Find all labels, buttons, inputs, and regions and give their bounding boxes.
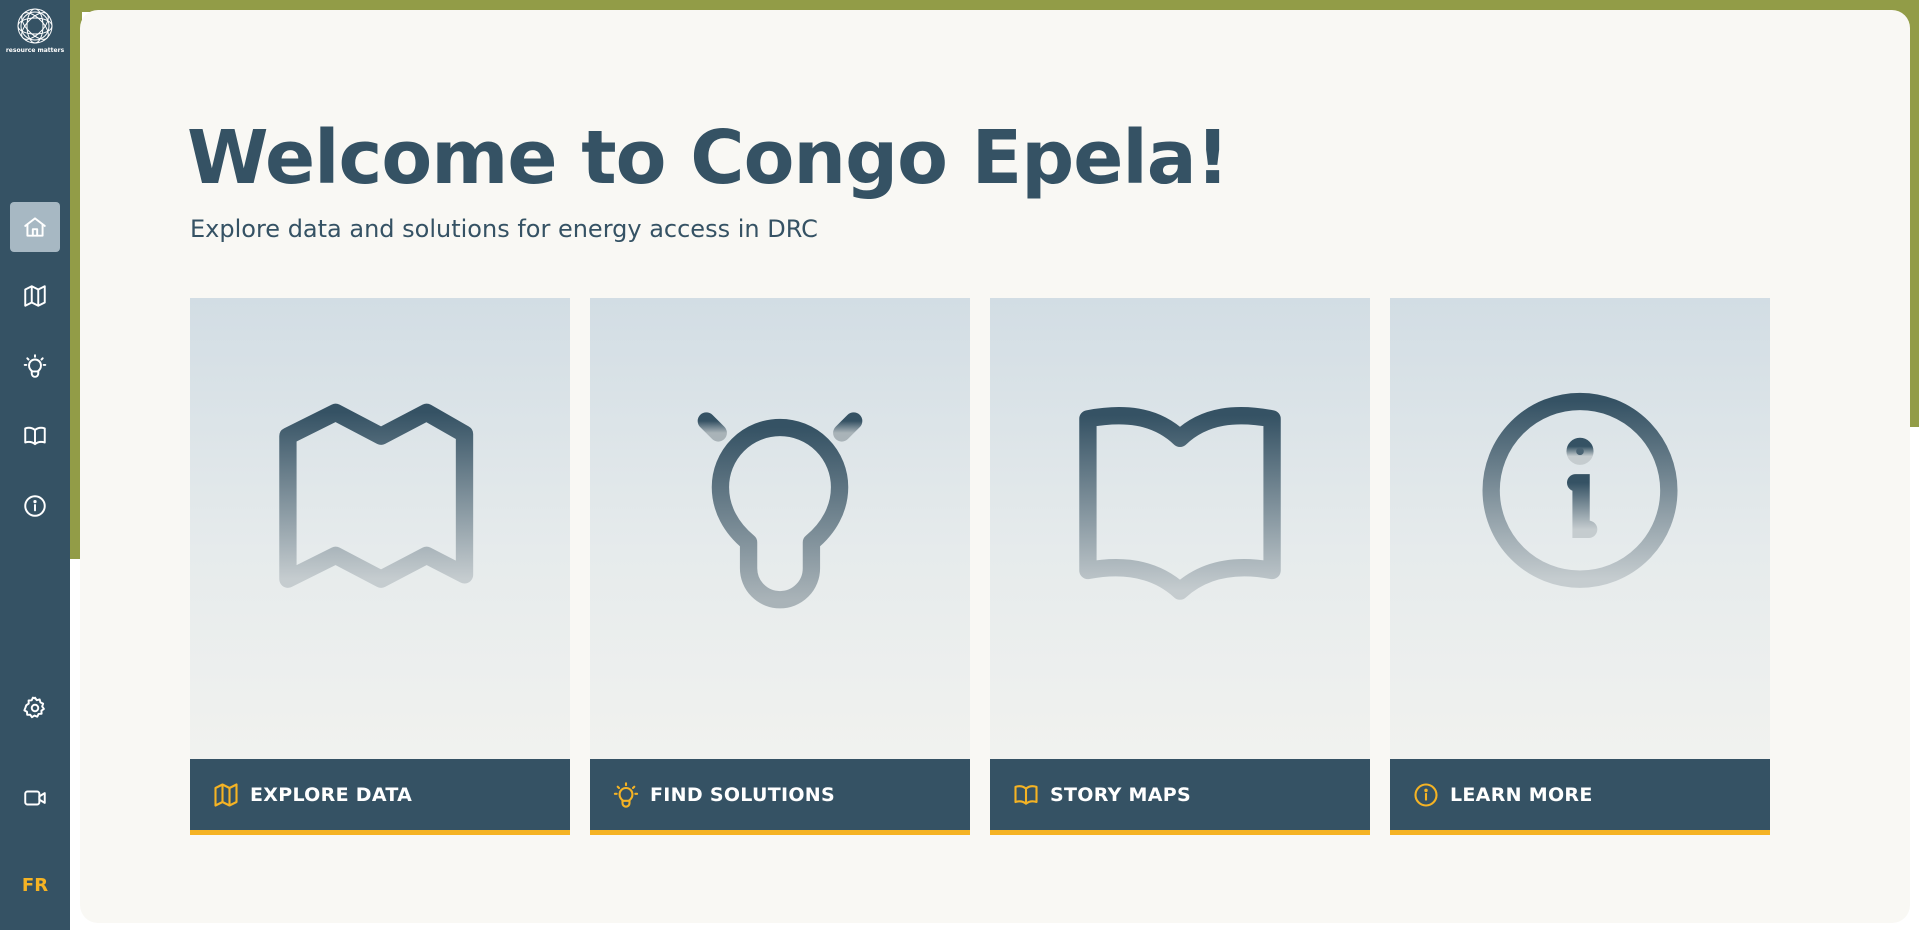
lightbulb-icon bbox=[671, 383, 889, 608]
nav-home[interactable] bbox=[10, 202, 60, 252]
logo-icon bbox=[17, 8, 53, 44]
card-label: STORY MAPS bbox=[1050, 783, 1191, 806]
card-footer: FIND SOLUTIONS bbox=[590, 759, 970, 835]
map-icon bbox=[24, 285, 46, 307]
map-icon bbox=[279, 403, 474, 588]
lightbulb-icon bbox=[23, 354, 47, 378]
card-illustration bbox=[590, 298, 970, 759]
card-footer: STORY MAPS bbox=[990, 759, 1370, 835]
card-label: FIND SOLUTIONS bbox=[650, 783, 835, 806]
card-footer: EXPLORE DATA bbox=[190, 759, 570, 835]
logo[interactable]: resource matters bbox=[0, 6, 70, 60]
gear-icon bbox=[23, 696, 45, 719]
card-explore-data[interactable]: EXPLORE DATA bbox=[190, 298, 570, 835]
info-icon bbox=[1482, 392, 1678, 588]
video-icon bbox=[24, 790, 46, 806]
card-story-maps[interactable]: STORY MAPS bbox=[990, 298, 1370, 835]
card-label: LEARN MORE bbox=[1450, 783, 1593, 806]
nav-story-maps[interactable] bbox=[10, 411, 60, 461]
book-icon bbox=[1012, 781, 1040, 809]
page-subtitle: Explore data and solutions for energy ac… bbox=[190, 215, 818, 243]
info-icon bbox=[1412, 781, 1440, 809]
sidebar: resource matters FR bbox=[0, 0, 70, 930]
book-icon bbox=[1079, 406, 1281, 600]
info-icon bbox=[24, 495, 46, 517]
book-icon bbox=[24, 426, 46, 446]
card-learn-more[interactable]: LEARN MORE bbox=[1390, 298, 1770, 835]
card-footer: LEARN MORE bbox=[1390, 759, 1770, 835]
logo-text: resource matters bbox=[5, 47, 65, 54]
language-toggle[interactable]: FR bbox=[0, 875, 70, 896]
card-illustration bbox=[990, 298, 1370, 759]
lightbulb-icon bbox=[612, 781, 640, 809]
card-find-solutions[interactable]: FIND SOLUTIONS bbox=[590, 298, 970, 835]
home-icon bbox=[24, 217, 46, 237]
nav-settings[interactable] bbox=[10, 683, 60, 733]
card-illustration bbox=[1390, 298, 1770, 759]
nav-learn-more[interactable] bbox=[10, 481, 60, 531]
page-title: Welcome to Congo Epela! bbox=[187, 115, 1229, 201]
nav-find-solutions[interactable] bbox=[10, 341, 60, 391]
card-illustration bbox=[190, 298, 570, 759]
card-label: EXPLORE DATA bbox=[250, 783, 413, 806]
map-icon bbox=[212, 781, 240, 809]
nav-video[interactable] bbox=[10, 773, 60, 823]
nav-explore-data[interactable] bbox=[10, 271, 60, 321]
main-panel: Welcome to Congo Epela! Explore data and… bbox=[80, 10, 1910, 923]
